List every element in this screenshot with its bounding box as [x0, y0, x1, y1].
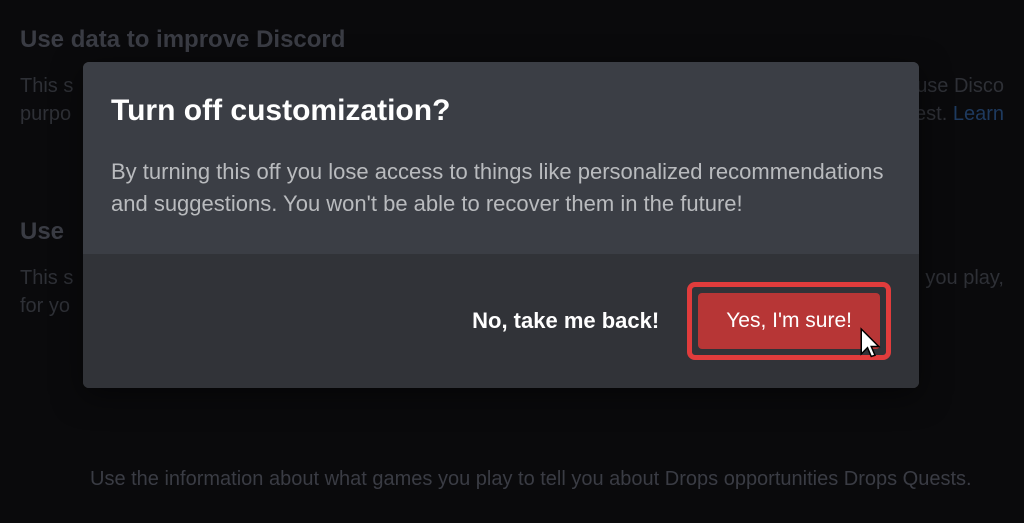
- confirmation-modal: Turn off customization? By turning this …: [83, 62, 919, 388]
- modal-title: Turn off customization?: [111, 94, 891, 128]
- confirm-button[interactable]: Yes, I'm sure!: [698, 293, 880, 349]
- modal-footer: No, take me back! Yes, I'm sure!: [83, 254, 919, 388]
- modal-body: Turn off customization? By turning this …: [83, 62, 919, 254]
- cancel-button[interactable]: No, take me back!: [462, 296, 669, 346]
- modal-description: By turning this off you lose access to t…: [111, 156, 891, 220]
- confirm-button-highlight: Yes, I'm sure!: [687, 282, 891, 360]
- modal-backdrop: Turn off customization? By turning this …: [0, 0, 1024, 523]
